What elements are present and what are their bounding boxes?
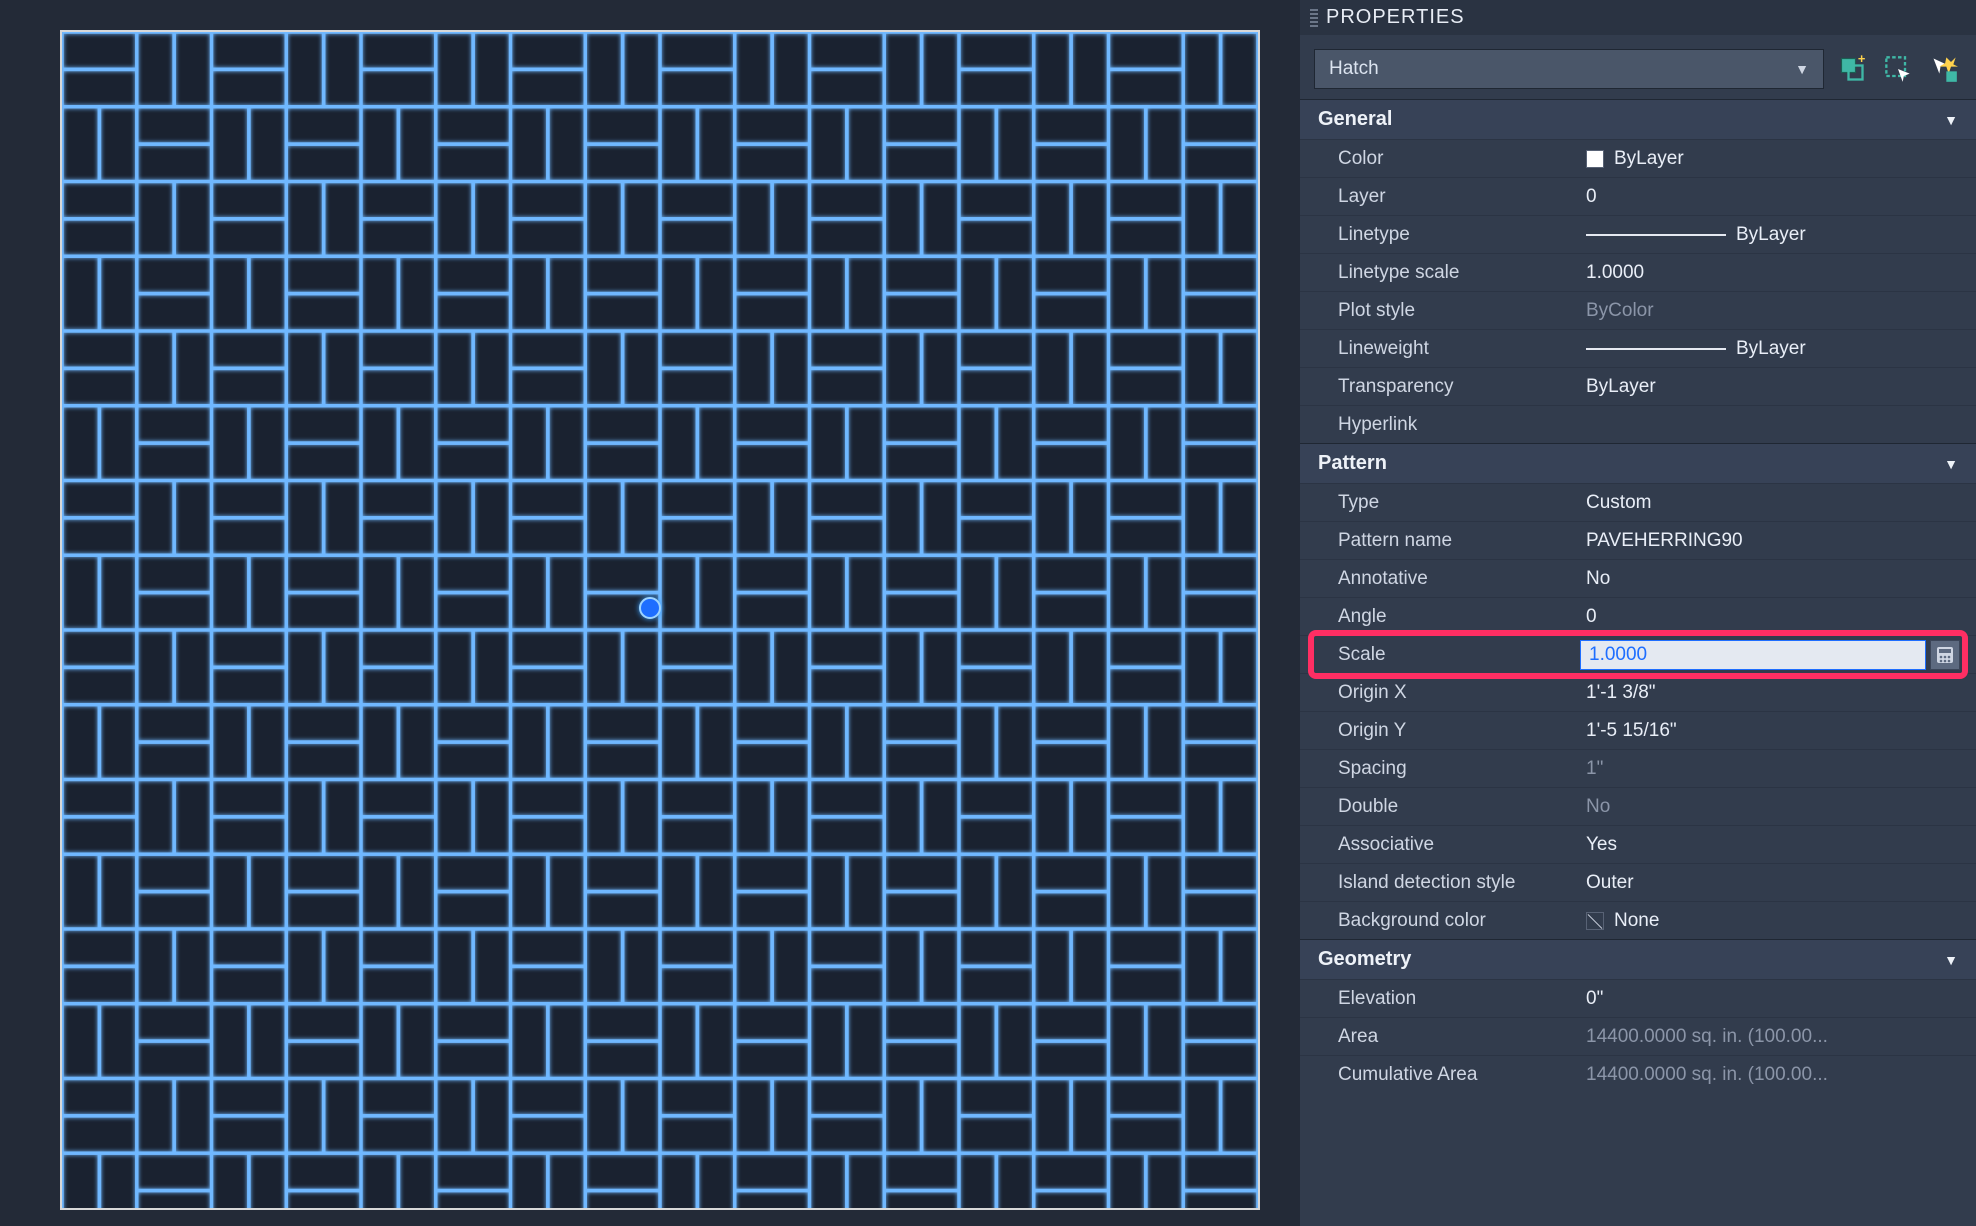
section-general: General ▼ Color ByLayer Layer 0 Linetype… bbox=[1300, 99, 1976, 443]
hatch-object[interactable] bbox=[60, 30, 1260, 1210]
row-origin-x[interactable]: Origin X 1'-1 3/8" bbox=[1300, 673, 1976, 711]
row-background-color[interactable]: Background color None bbox=[1300, 901, 1976, 939]
collapse-arrow-icon: ▼ bbox=[1944, 952, 1958, 968]
row-plot-style: Plot style ByColor bbox=[1300, 291, 1976, 329]
row-layer[interactable]: Layer 0 bbox=[1300, 177, 1976, 215]
section-pattern: Pattern ▼ Type Custom Pattern name PAVEH… bbox=[1300, 443, 1976, 939]
toggle-pickadd-button[interactable]: + bbox=[1834, 51, 1870, 87]
row-hyperlink[interactable]: Hyperlink bbox=[1300, 405, 1976, 443]
drag-grip-icon[interactable] bbox=[1310, 9, 1318, 27]
collapse-arrow-icon: ▼ bbox=[1944, 456, 1958, 472]
lineweight-sample-icon bbox=[1586, 348, 1726, 350]
drawing-canvas[interactable] bbox=[0, 0, 1300, 1226]
row-double: Double No bbox=[1300, 787, 1976, 825]
select-objects-button[interactable] bbox=[1880, 51, 1916, 87]
row-linetype[interactable]: Linetype ByLayer bbox=[1300, 215, 1976, 253]
pickadd-icon: + bbox=[1838, 55, 1866, 83]
object-type-dropdown[interactable]: Hatch ▼ bbox=[1314, 49, 1824, 89]
row-angle[interactable]: Angle 0 bbox=[1300, 597, 1976, 635]
row-elevation[interactable]: Elevation 0" bbox=[1300, 979, 1976, 1017]
collapse-arrow-icon: ▼ bbox=[1944, 112, 1958, 128]
select-objects-icon bbox=[1884, 55, 1912, 83]
panel-toolbar: Hatch ▼ + bbox=[1300, 35, 1976, 99]
selection-grip[interactable] bbox=[639, 597, 661, 619]
herringbone-pattern bbox=[62, 32, 1258, 1208]
drawing-canvas-wrap bbox=[0, 0, 1300, 1226]
scale-input[interactable] bbox=[1580, 640, 1926, 670]
svg-text:+: + bbox=[1858, 55, 1866, 66]
linetype-sample-icon bbox=[1586, 234, 1726, 236]
panel-title-text: PROPERTIES bbox=[1326, 6, 1465, 29]
color-swatch-icon bbox=[1586, 150, 1604, 168]
properties-panel: PROPERTIES Hatch ▼ + General ▼ bbox=[1300, 0, 1976, 1226]
section-header-pattern[interactable]: Pattern ▼ bbox=[1300, 444, 1976, 483]
row-pattern-type[interactable]: Type Custom bbox=[1300, 483, 1976, 521]
row-lineweight[interactable]: Lineweight ByLayer bbox=[1300, 329, 1976, 367]
row-cumulative-area: Cumulative Area 14400.0000 sq. in. (100.… bbox=[1300, 1055, 1976, 1093]
row-scale[interactable]: Scale bbox=[1300, 635, 1976, 673]
none-swatch-icon bbox=[1586, 912, 1604, 930]
quick-select-icon bbox=[1930, 55, 1958, 83]
section-geometry: Geometry ▼ Elevation 0" Area 14400.0000 … bbox=[1300, 939, 1976, 1093]
calculator-icon bbox=[1936, 646, 1954, 664]
row-spacing: Spacing 1" bbox=[1300, 749, 1976, 787]
quick-select-button[interactable] bbox=[1926, 51, 1962, 87]
row-associative[interactable]: Associative Yes bbox=[1300, 825, 1976, 863]
row-origin-y[interactable]: Origin Y 1'-5 15/16" bbox=[1300, 711, 1976, 749]
panel-title-bar: PROPERTIES bbox=[1300, 0, 1976, 35]
section-header-geometry[interactable]: Geometry ▼ bbox=[1300, 940, 1976, 979]
row-linetype-scale[interactable]: Linetype scale 1.0000 bbox=[1300, 253, 1976, 291]
object-type-value: Hatch bbox=[1329, 58, 1379, 80]
row-area: Area 14400.0000 sq. in. (100.00... bbox=[1300, 1017, 1976, 1055]
row-pattern-name[interactable]: Pattern name PAVEHERRING90 bbox=[1300, 521, 1976, 559]
row-island-style[interactable]: Island detection style Outer bbox=[1300, 863, 1976, 901]
chevron-down-icon: ▼ bbox=[1795, 61, 1809, 77]
quickcalc-button[interactable] bbox=[1930, 640, 1960, 670]
app-root: PROPERTIES Hatch ▼ + General ▼ bbox=[0, 0, 1976, 1226]
row-color[interactable]: Color ByLayer bbox=[1300, 139, 1976, 177]
row-annotative[interactable]: Annotative No bbox=[1300, 559, 1976, 597]
row-transparency[interactable]: Transparency ByLayer bbox=[1300, 367, 1976, 405]
section-header-general[interactable]: General ▼ bbox=[1300, 100, 1976, 139]
